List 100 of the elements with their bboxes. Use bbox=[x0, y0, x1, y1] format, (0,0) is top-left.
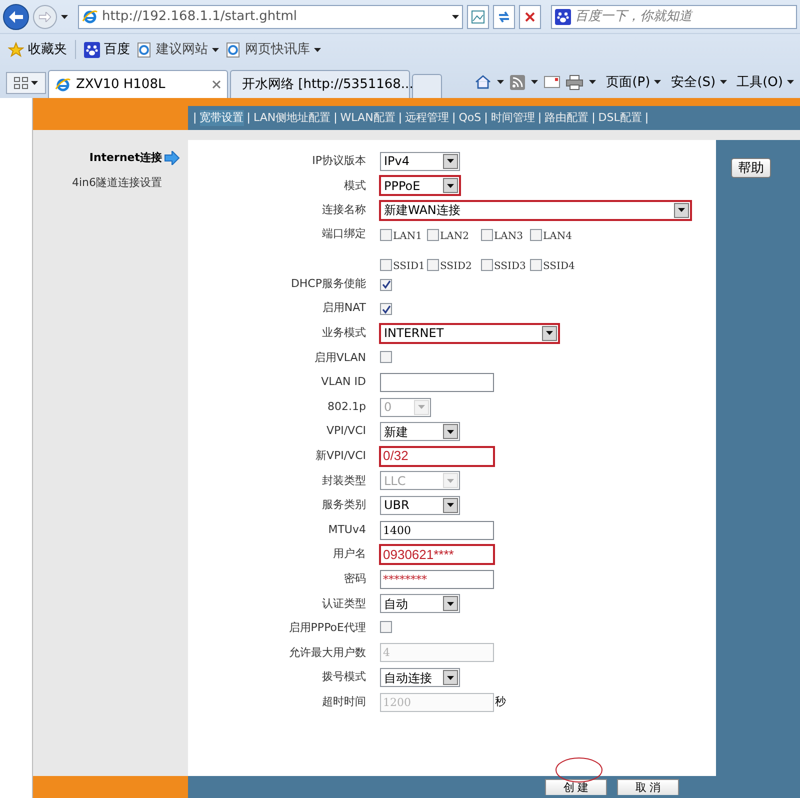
checkbox[interactable] bbox=[380, 621, 392, 634]
dropdown[interactable]: INTERNET bbox=[380, 324, 559, 343]
nav-separator: | bbox=[332, 110, 338, 126]
text-field[interactable]: 0930621**** bbox=[380, 545, 494, 564]
nav-separator: | bbox=[192, 110, 198, 126]
compatibility-icon[interactable] bbox=[467, 4, 489, 28]
search-field[interactable]: 百度一下，你就知道 bbox=[551, 4, 797, 28]
password-field[interactable]: ******** bbox=[380, 570, 494, 589]
field-label: MTUv4 bbox=[327, 522, 367, 538]
nav-link[interactable]: 时间管理 bbox=[490, 110, 535, 126]
field-label: 密码 bbox=[343, 570, 367, 587]
star-icon bbox=[8, 42, 24, 58]
dropdown[interactable]: 自动 bbox=[380, 594, 460, 614]
field-label: 业务模式 bbox=[321, 325, 367, 342]
field-label: 超时时间 bbox=[321, 694, 367, 710]
favorites-item[interactable]: 收藏夹 bbox=[8, 40, 76, 60]
stop-icon[interactable] bbox=[519, 4, 541, 28]
nav-link[interactable]: 远程管理 bbox=[405, 110, 450, 126]
mail-icon[interactable] bbox=[544, 76, 560, 88]
browser-tab[interactable]: 开水网络 [http://5351168... bbox=[230, 70, 410, 98]
checkbox[interactable] bbox=[481, 258, 493, 271]
field-label: 模式 bbox=[343, 178, 367, 194]
field-label: VLAN ID bbox=[320, 374, 367, 390]
nav-link[interactable]: 路由配置 bbox=[544, 110, 589, 126]
field-label: 用户名 bbox=[332, 546, 367, 562]
caret-icon bbox=[531, 80, 538, 84]
nav-separator: | bbox=[483, 110, 489, 126]
dropdown[interactable]: 新建 bbox=[380, 422, 460, 442]
checkbox-label: LAN1 bbox=[393, 230, 422, 244]
checkbox[interactable] bbox=[530, 258, 542, 271]
back-button[interactable] bbox=[3, 4, 29, 30]
nav-link[interactable]: QoS bbox=[458, 110, 482, 126]
tab-list-button[interactable] bbox=[6, 72, 46, 94]
dropdown[interactable]: UBR bbox=[380, 496, 460, 515]
field-label: 服务类别 bbox=[321, 497, 367, 514]
checkbox[interactable] bbox=[427, 258, 439, 271]
checkbox[interactable] bbox=[481, 228, 493, 241]
field-label: 认证类型 bbox=[321, 596, 367, 612]
page-icon bbox=[225, 42, 241, 58]
dropdown[interactable]: IPv4 bbox=[380, 152, 460, 171]
caret-icon bbox=[589, 80, 596, 84]
nav-link[interactable]: LAN侧地址配置 bbox=[253, 110, 331, 126]
checkbox[interactable] bbox=[380, 350, 392, 363]
checkbox-label: LAN3 bbox=[494, 230, 523, 244]
close-icon[interactable] bbox=[212, 80, 221, 89]
checkbox-label: SSID3 bbox=[494, 260, 526, 274]
field-label: 拨号模式 bbox=[321, 669, 367, 686]
command-menu[interactable]: 工具(O) bbox=[736, 72, 794, 92]
caret-icon bbox=[787, 80, 794, 84]
dropdown[interactable]: PPPoE bbox=[380, 176, 460, 196]
checkbox[interactable] bbox=[380, 228, 392, 241]
arrow-icon bbox=[164, 151, 180, 166]
nav-separator: | bbox=[451, 110, 457, 126]
field-label: 启用VLAN bbox=[313, 350, 367, 366]
checkbox-label: LAN2 bbox=[440, 230, 469, 244]
favorites-item[interactable]: 网页快讯库 bbox=[225, 40, 321, 60]
checkbox[interactable] bbox=[427, 228, 439, 241]
address-field[interactable]: http://192.168.1.1/start.ghtml bbox=[78, 4, 463, 28]
paw-icon bbox=[84, 42, 100, 58]
field-label: 新VPI/VCI bbox=[314, 448, 367, 464]
checkbox-label: SSID2 bbox=[440, 260, 472, 274]
action-button[interactable]: 取 消 bbox=[617, 779, 679, 795]
sidebar-item[interactable]: 4in6隧道连接设置 bbox=[72, 174, 162, 191]
checkbox[interactable] bbox=[380, 278, 392, 291]
checkbox[interactable] bbox=[380, 258, 392, 271]
nav-separator: | bbox=[590, 110, 596, 126]
dropdown[interactable]: 新建WAN连接 bbox=[380, 200, 691, 220]
nav-separator: | bbox=[644, 110, 650, 126]
browser-page-icon bbox=[82, 8, 98, 24]
checkbox[interactable] bbox=[530, 228, 542, 241]
field-label: 802.1p bbox=[326, 398, 367, 415]
caret-icon bbox=[452, 14, 459, 18]
caret-icon bbox=[61, 14, 68, 18]
nav-link[interactable]: DSL配置 bbox=[598, 110, 642, 126]
sidebar-item[interactable]: Internet连接 bbox=[89, 150, 180, 166]
new-tab-button[interactable] bbox=[412, 74, 442, 98]
help-button[interactable]: 帮助 bbox=[731, 158, 771, 178]
favorites-item[interactable]: 百度 bbox=[84, 40, 130, 60]
action-button[interactable]: 创 建 bbox=[545, 779, 607, 795]
favorites-item[interactable]: 建议网站 bbox=[136, 40, 219, 60]
checkbox-label: LAN4 bbox=[543, 230, 572, 244]
dropdown[interactable]: 自动连接 bbox=[380, 668, 460, 688]
text-field[interactable] bbox=[380, 372, 494, 392]
feed-icon[interactable] bbox=[510, 74, 526, 90]
text-field[interactable]: 1400 bbox=[380, 520, 494, 540]
page-icon bbox=[136, 42, 152, 58]
nav-link[interactable]: WLAN配置 bbox=[340, 110, 396, 126]
field-label: VPI/VCI bbox=[325, 423, 367, 440]
home-icon[interactable] bbox=[475, 74, 492, 90]
command-menu[interactable]: 页面(P) bbox=[606, 72, 662, 92]
checkbox[interactable] bbox=[380, 303, 392, 316]
grid-icon bbox=[14, 77, 28, 89]
nav-link[interactable]: 宽带设置 bbox=[200, 110, 244, 126]
checkbox-label: SSID1 bbox=[393, 260, 425, 274]
print-icon[interactable] bbox=[566, 74, 584, 90]
nav-separator: | bbox=[246, 110, 252, 126]
refresh-icon[interactable] bbox=[493, 4, 515, 28]
browser-tab[interactable]: ZXV10 H108L bbox=[48, 70, 228, 98]
command-menu[interactable]: 安全(S) bbox=[671, 72, 727, 92]
text-field[interactable]: 0/32 bbox=[380, 446, 494, 466]
